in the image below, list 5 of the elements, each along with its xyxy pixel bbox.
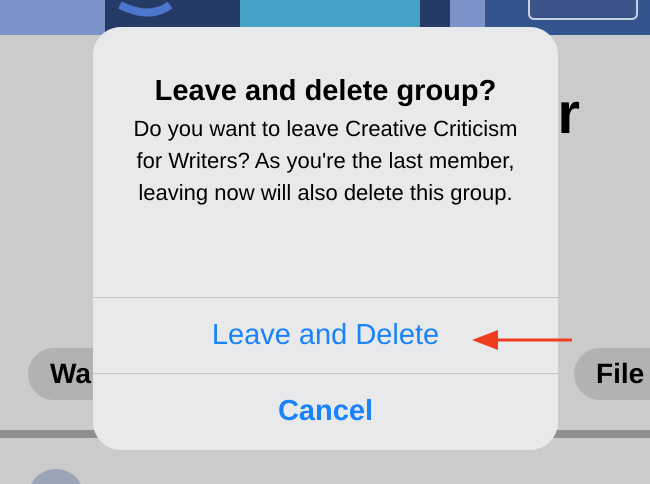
dialog-message: Do you want to leave Creative Criticism for Writers? As you're the last member, leaving now will also delete this group. [132, 115, 518, 208]
group-title-fragment: r [557, 85, 580, 143]
chip[interactable]: File [574, 348, 650, 400]
dialog-title: Leave and delete group? [154, 74, 496, 109]
cancel-button[interactable]: Cancel [93, 373, 558, 450]
